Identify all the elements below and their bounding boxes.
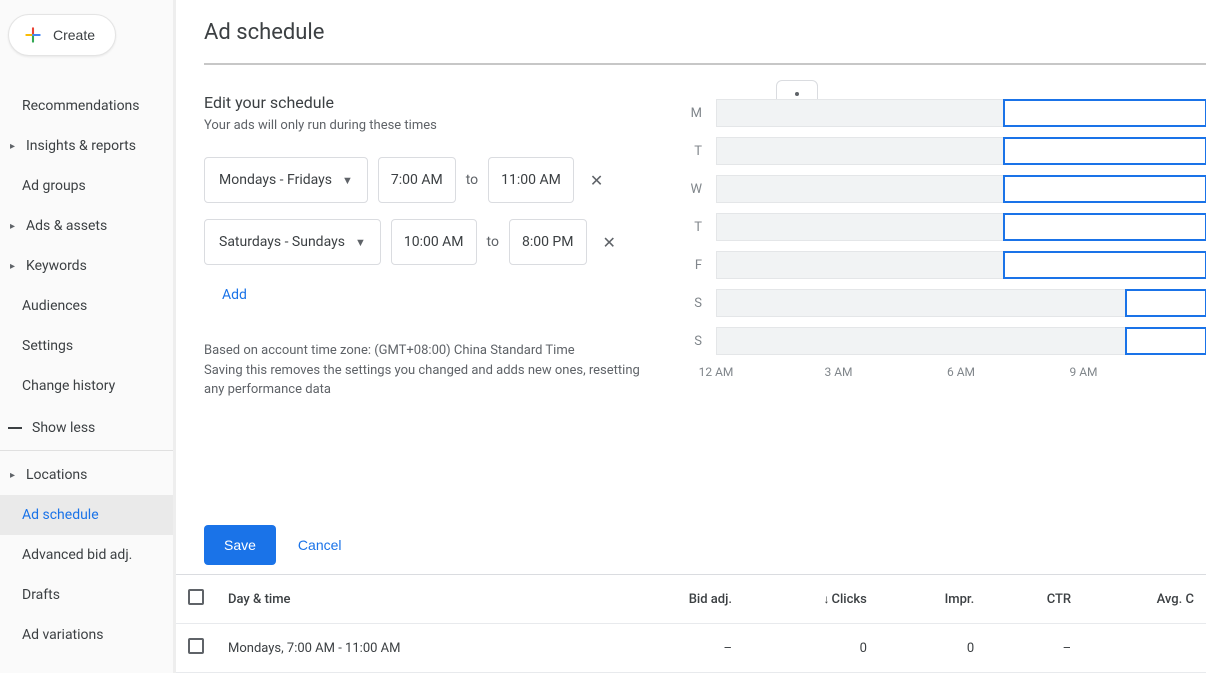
cal-fill — [1003, 175, 1206, 203]
start-time-input[interactable]: 7:00 AM — [378, 157, 456, 203]
cal-day-label: T — [684, 220, 702, 235]
page-title: Ad schedule — [204, 0, 1206, 65]
results-table: Day & time Bid adj. ↓Clicks Impr. CTR Av… — [176, 574, 1206, 673]
minus-icon — [8, 427, 22, 429]
remove-row-button[interactable]: ✕ — [584, 167, 609, 194]
cal-day-label: W — [684, 182, 702, 197]
cal-fill — [1125, 289, 1206, 317]
cal-day-row: S — [684, 327, 1206, 355]
add-schedule-button[interactable]: Add — [204, 281, 247, 303]
cal-day-bar — [716, 289, 1206, 317]
to-label: to — [466, 172, 478, 188]
caret-icon: ▸ — [10, 221, 18, 232]
create-label: Create — [53, 27, 95, 43]
end-time-input[interactable]: 8:00 PM — [509, 219, 587, 265]
cal-day-bar — [716, 99, 1206, 127]
caret-icon: ▸ — [10, 261, 18, 272]
caret-icon: ▸ — [10, 141, 18, 152]
edit-title: Edit your schedule — [204, 93, 644, 112]
sidebar-item-adgroups[interactable]: Ad groups — [0, 166, 173, 206]
sidebar-item-adsassets[interactable]: ▸Ads & assets — [0, 206, 173, 246]
col-avg[interactable]: Avg. C — [1083, 575, 1206, 624]
sidebar-item-adschedule[interactable]: Ad schedule — [0, 495, 173, 535]
col-daytime[interactable]: Day & time — [216, 575, 609, 624]
sidebar-item-locations[interactable]: ▸Locations — [0, 455, 173, 495]
cal-day-bar — [716, 213, 1206, 241]
axis-tick: 12 AM — [699, 365, 734, 379]
cal-day-label: S — [684, 296, 702, 311]
col-impr[interactable]: Impr. — [879, 575, 986, 624]
cal-day-label: F — [684, 258, 702, 273]
cal-day-row: W — [684, 175, 1206, 203]
sidebar-item-advancedbid[interactable]: Advanced bid adj. — [0, 535, 173, 575]
col-bidadj[interactable]: Bid adj. — [609, 575, 744, 624]
nav-group-1: Recommendations ▸Insights & reports Ad g… — [0, 86, 173, 406]
cal-fill — [1003, 213, 1206, 241]
axis-tick: 6 AM — [947, 365, 975, 379]
sidebar-item-recommendations[interactable]: Recommendations — [0, 86, 173, 126]
caret-icon: ▸ — [10, 470, 18, 481]
sidebar-item-advariations[interactable]: Ad variations — [0, 615, 173, 655]
cal-day-row: T — [684, 137, 1206, 165]
col-ctr[interactable]: CTR — [986, 575, 1083, 624]
row-checkbox[interactable] — [188, 638, 204, 654]
to-label: to — [487, 234, 499, 250]
schedule-preview: M T W T F S S 12 AM 3 AM 6 AM 9 AM — [684, 93, 1206, 400]
time-axis: 12 AM 3 AM 6 AM 9 AM — [684, 365, 1174, 381]
axis-tick: 3 AM — [824, 365, 852, 379]
cal-fill — [1125, 327, 1206, 355]
cal-day-bar — [716, 251, 1206, 279]
cal-day-row: S — [684, 289, 1206, 317]
sidebar-item-keywords[interactable]: ▸Keywords — [0, 246, 173, 286]
sidebar-item-changehistory[interactable]: Change history — [0, 366, 173, 406]
start-time-input[interactable]: 10:00 AM — [391, 219, 477, 265]
end-time-input[interactable]: 11:00 AM — [488, 157, 574, 203]
days-select[interactable]: Saturdays - Sundays ▼ — [204, 219, 381, 265]
show-less-toggle[interactable]: Show less — [0, 406, 173, 451]
col-clicks[interactable]: ↓Clicks — [744, 575, 879, 624]
axis-tick: 9 AM — [1069, 365, 1097, 379]
sidebar-item-insights[interactable]: ▸Insights & reports — [0, 126, 173, 166]
sort-desc-icon: ↓ — [824, 592, 830, 606]
sidebar-item-settings[interactable]: Settings — [0, 326, 173, 366]
save-button[interactable]: Save — [204, 525, 276, 565]
nav-group-2: ▸Locations Ad schedule Advanced bid adj.… — [0, 455, 173, 655]
chevron-down-icon: ▼ — [342, 174, 353, 187]
sidebar-item-drafts[interactable]: Drafts — [0, 575, 173, 615]
cal-day-bar — [716, 137, 1206, 165]
cal-day-row: F — [684, 251, 1206, 279]
cal-day-label: M — [684, 106, 702, 121]
sidebar-item-audiences[interactable]: Audiences — [0, 286, 173, 326]
days-select[interactable]: Mondays - Fridays ▼ — [204, 157, 368, 203]
cal-fill — [1003, 137, 1206, 165]
timezone-note: Based on account time zone: (GMT+08:00) … — [204, 341, 644, 400]
chevron-down-icon: ▼ — [355, 236, 366, 249]
cal-day-label: T — [684, 144, 702, 159]
schedule-row: Mondays - Fridays ▼ 7:00 AM to 11:00 AM … — [204, 157, 644, 203]
cal-day-label: S — [684, 334, 702, 349]
cal-day-row: T — [684, 213, 1206, 241]
cancel-button[interactable]: Cancel — [298, 537, 342, 553]
sidebar: Create Recommendations ▸Insights & repor… — [0, 0, 176, 673]
cal-day-bar — [716, 327, 1206, 355]
select-all-checkbox[interactable] — [188, 589, 204, 605]
plus-icon — [23, 25, 43, 45]
cal-fill — [1003, 251, 1206, 279]
create-button[interactable]: Create — [8, 14, 116, 56]
table-row[interactable]: Mondays, 7:00 AM - 11:00 AM – 0 0 – — [176, 624, 1206, 673]
schedule-row: Saturdays - Sundays ▼ 10:00 AM to 8:00 P… — [204, 219, 644, 265]
main-content: Ad schedule Edit your schedule Your ads … — [176, 0, 1206, 673]
edit-panel: Edit your schedule Your ads will only ru… — [204, 93, 644, 400]
cal-day-row: M — [684, 99, 1206, 127]
cal-fill — [1003, 99, 1206, 127]
remove-row-button[interactable]: ✕ — [597, 229, 622, 256]
cal-day-bar — [716, 175, 1206, 203]
edit-subtitle: Your ads will only run during these time… — [204, 118, 644, 133]
